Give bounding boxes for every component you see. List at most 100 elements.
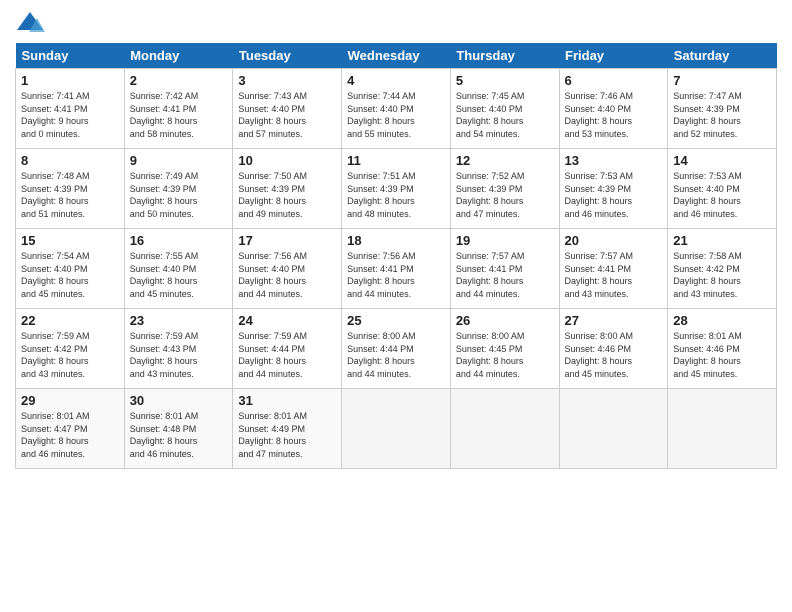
calendar-cell: 29Sunrise: 8:01 AM Sunset: 4:47 PM Dayli… [16, 389, 125, 469]
calendar-cell [342, 389, 451, 469]
day-info: Sunrise: 7:59 AM Sunset: 4:42 PM Dayligh… [21, 330, 119, 380]
day-number: 29 [21, 393, 119, 408]
logo [15, 10, 48, 35]
day-info: Sunrise: 8:01 AM Sunset: 4:49 PM Dayligh… [238, 410, 336, 460]
day-number: 31 [238, 393, 336, 408]
day-number: 3 [238, 73, 336, 88]
day-number: 2 [130, 73, 228, 88]
day-number: 10 [238, 153, 336, 168]
day-info: Sunrise: 7:55 AM Sunset: 4:40 PM Dayligh… [130, 250, 228, 300]
day-number: 11 [347, 153, 445, 168]
day-info: Sunrise: 7:53 AM Sunset: 4:40 PM Dayligh… [673, 170, 771, 220]
calendar-cell [450, 389, 559, 469]
day-info: Sunrise: 7:41 AM Sunset: 4:41 PM Dayligh… [21, 90, 119, 140]
day-number: 22 [21, 313, 119, 328]
calendar-cell: 11 Sunrise: 7:51 AM Sunset: 4:39 PM Dayli… [342, 149, 451, 229]
calendar-cell: 15 Sunrise: 7:54 AM Sunset: 4:40 PM Dayli… [16, 229, 125, 309]
calendar-cell: 18 Sunrise: 7:56 AM Sunset: 4:41 PM Dayli… [342, 229, 451, 309]
day-info: Sunrise: 7:45 AM Sunset: 4:40 PM Dayligh… [456, 90, 554, 140]
calendar-cell: 12 Sunrise: 7:52 AM Sunset: 4:39 PM Dayli… [450, 149, 559, 229]
day-info: Sunrise: 7:56 AM Sunset: 4:40 PM Dayligh… [238, 250, 336, 300]
calendar-cell: 28 Sunrise: 8:01 AM Sunset: 4:46 PM Dayli… [668, 309, 777, 389]
day-info: Sunrise: 7:49 AM Sunset: 4:39 PM Dayligh… [130, 170, 228, 220]
calendar-cell: 10 Sunrise: 7:50 AM Sunset: 4:39 PM Dayli… [233, 149, 342, 229]
day-number: 7 [673, 73, 771, 88]
calendar-cell: 17 Sunrise: 7:56 AM Sunset: 4:40 PM Dayli… [233, 229, 342, 309]
day-number: 1 [21, 73, 119, 88]
calendar-cell: 5 Sunrise: 7:45 AM Sunset: 4:40 PM Daylig… [450, 69, 559, 149]
day-number: 25 [347, 313, 445, 328]
calendar-cell: 16 Sunrise: 7:55 AM Sunset: 4:40 PM Dayli… [124, 229, 233, 309]
calendar-cell: 1 Sunrise: 7:41 AM Sunset: 4:41 PM Daylig… [16, 69, 125, 149]
calendar-cell: 24 Sunrise: 7:59 AM Sunset: 4:44 PM Dayli… [233, 309, 342, 389]
day-info: Sunrise: 7:50 AM Sunset: 4:39 PM Dayligh… [238, 170, 336, 220]
day-info: Sunrise: 8:00 AM Sunset: 4:44 PM Dayligh… [347, 330, 445, 380]
calendar-week-4: 22 Sunrise: 7:59 AM Sunset: 4:42 PM Dayli… [16, 309, 777, 389]
header [15, 10, 777, 35]
calendar-week-1: 1 Sunrise: 7:41 AM Sunset: 4:41 PM Daylig… [16, 69, 777, 149]
day-info: Sunrise: 7:51 AM Sunset: 4:39 PM Dayligh… [347, 170, 445, 220]
header-day-thursday: Thursday [450, 43, 559, 69]
day-number: 9 [130, 153, 228, 168]
day-number: 5 [456, 73, 554, 88]
day-info: Sunrise: 7:57 AM Sunset: 4:41 PM Dayligh… [565, 250, 663, 300]
day-info: Sunrise: 7:44 AM Sunset: 4:40 PM Dayligh… [347, 90, 445, 140]
calendar-cell [559, 389, 668, 469]
calendar-cell: 2 Sunrise: 7:42 AM Sunset: 4:41 PM Daylig… [124, 69, 233, 149]
calendar-cell: 20 Sunrise: 7:57 AM Sunset: 4:41 PM Dayli… [559, 229, 668, 309]
calendar-cell: 31 Sunrise: 8:01 AM Sunset: 4:49 PM Dayli… [233, 389, 342, 469]
day-number: 27 [565, 313, 663, 328]
day-info: Sunrise: 7:59 AM Sunset: 4:43 PM Dayligh… [130, 330, 228, 380]
calendar-cell: 19Sunrise: 7:57 AM Sunset: 4:41 PM Dayli… [450, 229, 559, 309]
day-number: 24 [238, 313, 336, 328]
day-info: Sunrise: 7:59 AM Sunset: 4:44 PM Dayligh… [238, 330, 336, 380]
calendar-cell: 26Sunrise: 8:00 AM Sunset: 4:45 PM Dayli… [450, 309, 559, 389]
day-info: Sunrise: 8:00 AM Sunset: 4:45 PM Dayligh… [456, 330, 554, 380]
day-number: 6 [565, 73, 663, 88]
calendar-cell: 13 Sunrise: 7:53 AM Sunset: 4:39 PM Dayli… [559, 149, 668, 229]
calendar-table: SundayMondayTuesdayWednesdayThursdayFrid… [15, 43, 777, 469]
page-container: SundayMondayTuesdayWednesdayThursdayFrid… [0, 0, 792, 474]
day-number: 19 [456, 233, 554, 248]
day-info: Sunrise: 7:47 AM Sunset: 4:39 PM Dayligh… [673, 90, 771, 140]
day-info: Sunrise: 7:52 AM Sunset: 4:39 PM Dayligh… [456, 170, 554, 220]
calendar-cell: 7 Sunrise: 7:47 AM Sunset: 4:39 PM Daylig… [668, 69, 777, 149]
day-info: Sunrise: 8:01 AM Sunset: 4:48 PM Dayligh… [130, 410, 228, 460]
day-number: 12 [456, 153, 554, 168]
calendar-week-3: 15 Sunrise: 7:54 AM Sunset: 4:40 PM Dayli… [16, 229, 777, 309]
calendar-week-5: 29Sunrise: 8:01 AM Sunset: 4:47 PM Dayli… [16, 389, 777, 469]
calendar-cell: 6 Sunrise: 7:46 AM Sunset: 4:40 PM Daylig… [559, 69, 668, 149]
calendar-cell: 8Sunrise: 7:48 AM Sunset: 4:39 PM Daylig… [16, 149, 125, 229]
calendar-cell: 30Sunrise: 8:01 AM Sunset: 4:48 PM Dayli… [124, 389, 233, 469]
header-day-saturday: Saturday [668, 43, 777, 69]
calendar-cell: 4 Sunrise: 7:44 AM Sunset: 4:40 PM Daylig… [342, 69, 451, 149]
day-number: 17 [238, 233, 336, 248]
day-number: 8 [21, 153, 119, 168]
day-info: Sunrise: 8:01 AM Sunset: 4:46 PM Dayligh… [673, 330, 771, 380]
calendar-cell: 21Sunrise: 7:58 AM Sunset: 4:42 PM Dayli… [668, 229, 777, 309]
calendar-cell: 27 Sunrise: 8:00 AM Sunset: 4:46 PM Dayli… [559, 309, 668, 389]
calendar-cell: 9 Sunrise: 7:49 AM Sunset: 4:39 PM Daylig… [124, 149, 233, 229]
day-info: Sunrise: 7:54 AM Sunset: 4:40 PM Dayligh… [21, 250, 119, 300]
calendar-cell [668, 389, 777, 469]
day-number: 23 [130, 313, 228, 328]
header-day-sunday: Sunday [16, 43, 125, 69]
day-info: Sunrise: 7:46 AM Sunset: 4:40 PM Dayligh… [565, 90, 663, 140]
calendar-cell: 14 Sunrise: 7:53 AM Sunset: 4:40 PM Dayli… [668, 149, 777, 229]
day-info: Sunrise: 7:42 AM Sunset: 4:41 PM Dayligh… [130, 90, 228, 140]
day-number: 15 [21, 233, 119, 248]
header-day-friday: Friday [559, 43, 668, 69]
day-number: 18 [347, 233, 445, 248]
day-number: 16 [130, 233, 228, 248]
day-number: 4 [347, 73, 445, 88]
day-number: 28 [673, 313, 771, 328]
day-info: Sunrise: 7:56 AM Sunset: 4:41 PM Dayligh… [347, 250, 445, 300]
header-day-monday: Monday [124, 43, 233, 69]
day-number: 14 [673, 153, 771, 168]
day-number: 20 [565, 233, 663, 248]
day-info: Sunrise: 7:53 AM Sunset: 4:39 PM Dayligh… [565, 170, 663, 220]
day-info: Sunrise: 8:00 AM Sunset: 4:46 PM Dayligh… [565, 330, 663, 380]
day-number: 13 [565, 153, 663, 168]
calendar-header-row: SundayMondayTuesdayWednesdayThursdayFrid… [16, 43, 777, 69]
day-info: Sunrise: 7:43 AM Sunset: 4:40 PM Dayligh… [238, 90, 336, 140]
